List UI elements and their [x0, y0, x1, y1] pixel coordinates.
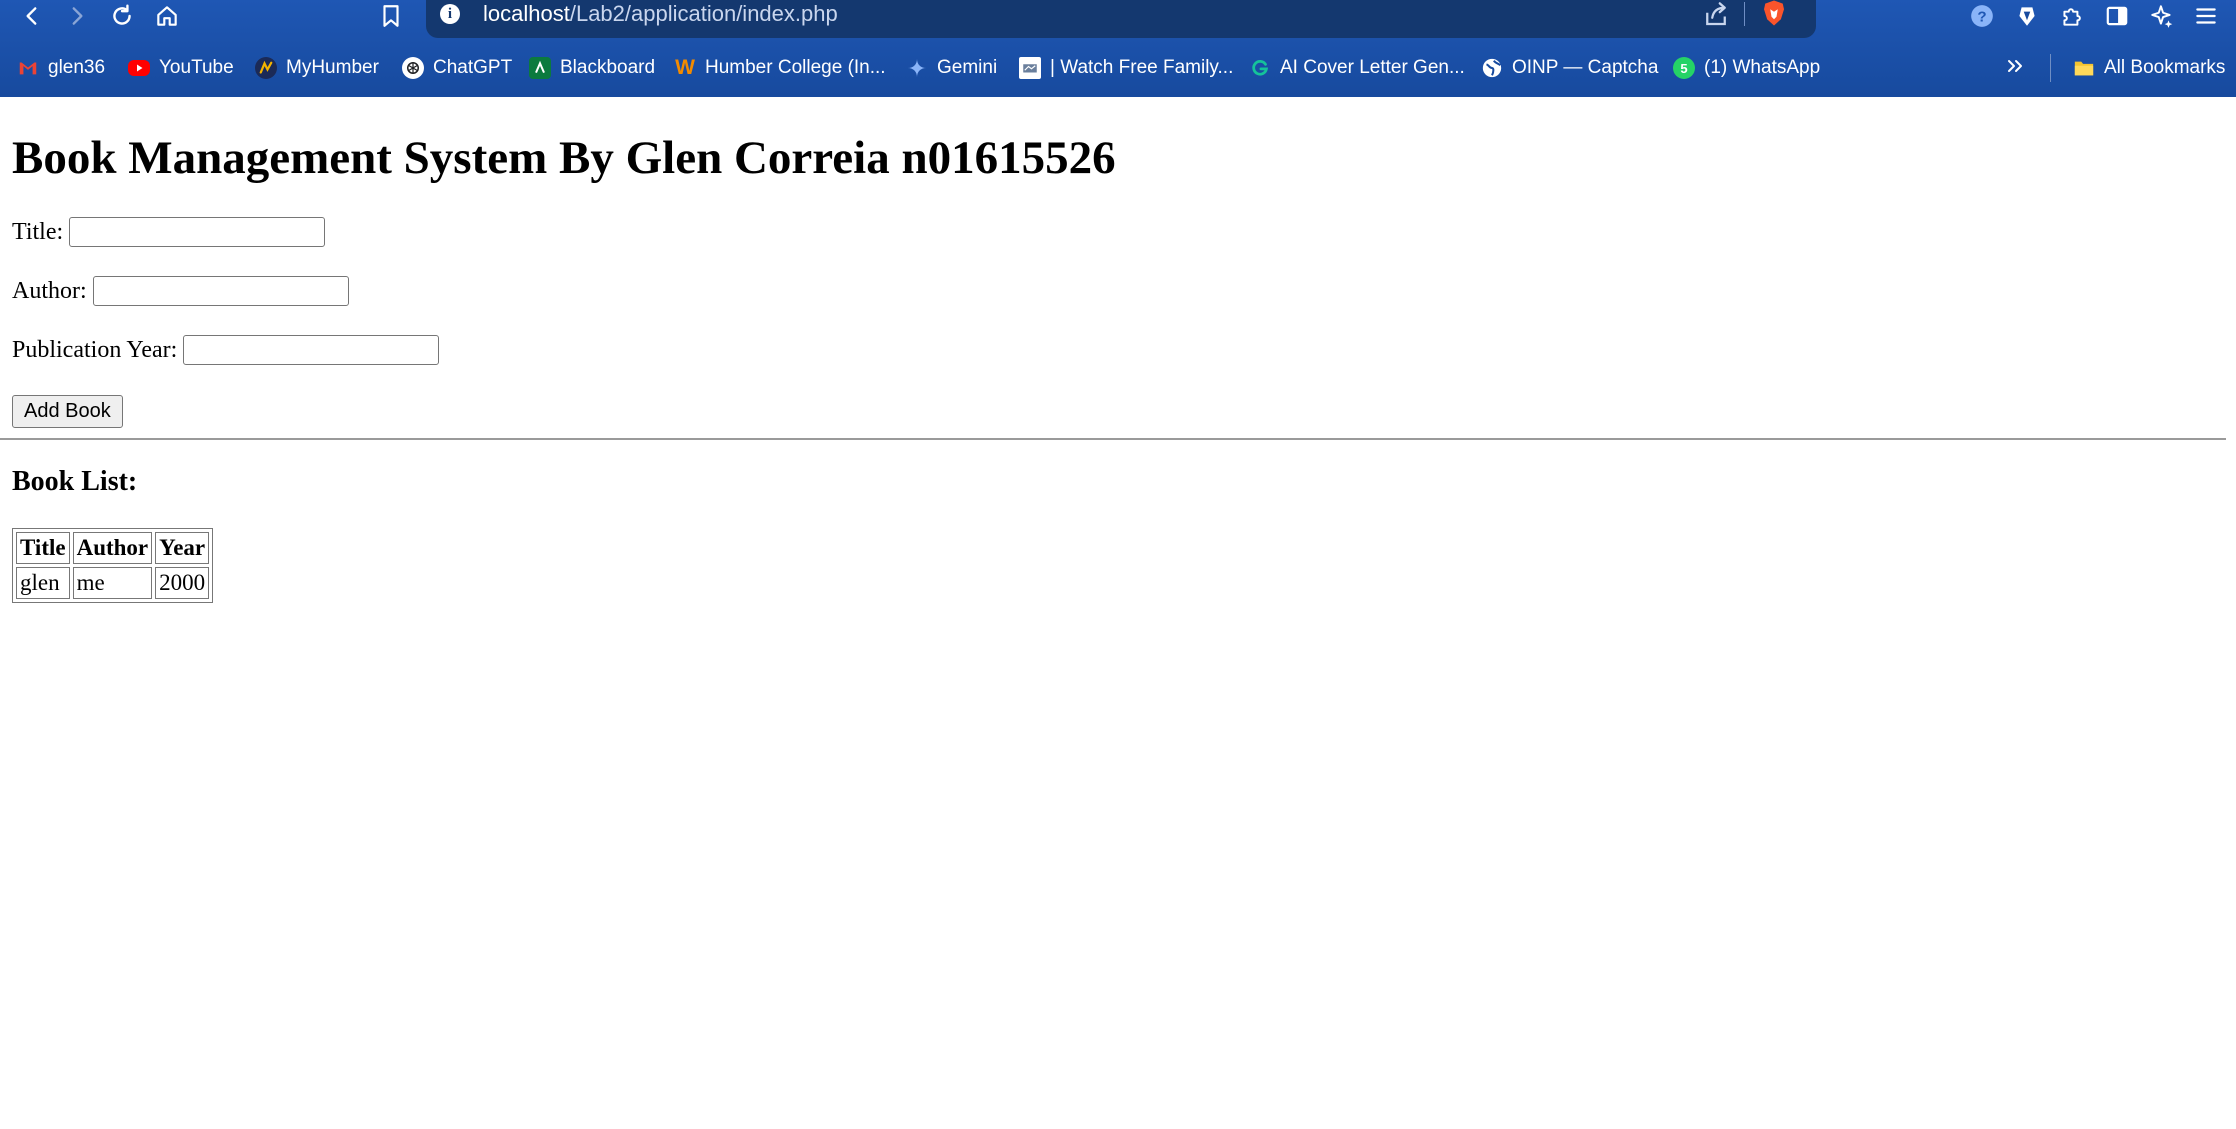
reload-button[interactable] — [102, 0, 142, 32]
bookmark-label: AI Cover Letter Gen... — [1280, 57, 1465, 78]
bookmark-humber-college[interactable]: W Humber College (In... — [674, 50, 886, 86]
bookmark-label: ChatGPT — [433, 57, 513, 78]
bookmark-oinp-captcha[interactable]: OINP — Captcha — [1481, 50, 1658, 86]
arrow-left-icon — [26, 7, 37, 25]
leo-ai-button[interactable] — [2142, 0, 2182, 32]
title-row: Title: — [12, 217, 326, 247]
omnibox-divider — [1744, 2, 1745, 26]
url-path: /Lab2/application/index.php — [569, 1, 838, 26]
address-bar[interactable]: i localhost/Lab2/application/index.php — [426, 0, 1816, 38]
bookmark-youtube[interactable]: YouTube — [128, 50, 234, 86]
bookmark-label: Blackboard — [560, 57, 656, 78]
bookmark-label: MyHumber — [286, 57, 379, 78]
back-button[interactable] — [12, 0, 52, 32]
gmail-icon — [17, 57, 39, 79]
youtube-icon — [128, 60, 150, 76]
tv-icon — [1019, 57, 1041, 79]
url-text[interactable]: localhost/Lab2/application/index.php — [483, 0, 838, 29]
bookmark-label: (1) WhatsApp — [1704, 57, 1821, 78]
bookmarks-bar: glen36 YouTube MyHumber ChatGPT Blackboa… — [0, 50, 2236, 86]
folder-icon — [2073, 57, 2095, 79]
gemini-icon — [906, 57, 928, 79]
table-header-row: Title Author Year — [16, 532, 210, 564]
sidebar-icon — [2106, 6, 2128, 26]
cell-author: me — [72, 567, 153, 599]
home-button[interactable] — [147, 0, 187, 32]
url-host: localhost — [483, 1, 570, 26]
bookmark-ai-cover-letter[interactable]: AI Cover Letter Gen... — [1249, 50, 1465, 86]
column-header-title: Title — [16, 532, 70, 564]
bookmark-page-button[interactable] — [371, 0, 411, 32]
bookmark-label: Humber College (In... — [705, 57, 886, 78]
bookmark-chatgpt[interactable]: ChatGPT — [402, 50, 512, 86]
book-table: Title Author Year glen me 2000 — [12, 528, 214, 603]
sidebar-button[interactable] — [2097, 0, 2137, 32]
publication-year-input[interactable] — [183, 335, 440, 365]
menu-button[interactable] — [2186, 0, 2226, 32]
double-chevron-right-icon — [2008, 60, 2022, 72]
author-row: Author: — [12, 276, 349, 306]
brave-shields-icon[interactable] — [1759, 0, 1789, 28]
extensions-button[interactable] — [2052, 0, 2092, 32]
year-row: Publication Year: — [12, 335, 440, 365]
help-button[interactable]: ? — [1962, 0, 2002, 32]
book-list-heading: Book List: — [12, 466, 138, 497]
bookmark-watch-free-family[interactable]: | Watch Free Family... — [1019, 50, 1233, 86]
title-label: Title: — [12, 218, 64, 245]
whatsapp-icon: 5 — [1673, 57, 1695, 79]
blackboard-icon — [529, 57, 551, 79]
site-info-icon[interactable]: i — [440, 4, 460, 24]
bookmark-label: YouTube — [159, 57, 234, 78]
sparkle-icon — [2151, 5, 2173, 28]
bookmark-whatsapp[interactable]: 5 (1) WhatsApp — [1673, 50, 1820, 86]
add-book-button[interactable]: Add Book — [12, 395, 123, 428]
page-title: Book Management System By Glen Correia n… — [12, 132, 1116, 184]
extension-button[interactable] — [2007, 0, 2047, 32]
home-icon — [157, 6, 177, 26]
grammarly-icon — [1249, 57, 1271, 79]
globe-icon — [1481, 57, 1503, 79]
bookmark-label: glen36 — [48, 57, 106, 78]
workday-icon: W — [675, 56, 695, 79]
divider — [0, 438, 2226, 440]
bookmark-label: Gemini — [937, 57, 998, 78]
myhumber-icon — [255, 57, 277, 79]
table-row: glen me 2000 — [16, 567, 210, 599]
bookmark-gmail[interactable]: glen36 — [17, 50, 105, 86]
svg-text:?: ? — [1977, 8, 1986, 25]
hamburger-menu-icon — [2196, 8, 2216, 24]
browser-toolbar: i localhost/Lab2/application/index.php ? — [0, 0, 2236, 38]
share-icon[interactable] — [1701, 0, 1731, 29]
column-header-year: Year — [155, 532, 210, 564]
arrow-right-icon — [72, 7, 83, 25]
reload-icon — [113, 4, 131, 25]
title-input[interactable] — [69, 217, 326, 247]
cell-year: 2000 — [155, 567, 210, 599]
bookmark-gemini[interactable]: Gemini — [906, 50, 997, 86]
column-header-author: Author — [72, 532, 153, 564]
all-bookmarks-label: All Bookmarks — [2104, 57, 2226, 78]
forward-button[interactable] — [57, 0, 97, 32]
browser-chrome: i localhost/Lab2/application/index.php ? — [0, 0, 2236, 97]
puzzle-icon — [2063, 8, 2081, 26]
publication-year-label: Publication Year: — [12, 336, 178, 363]
bookmark-icon — [383, 5, 399, 27]
bookmark-blackboard[interactable]: Blackboard — [529, 50, 655, 86]
extension-badge-icon — [2019, 7, 2035, 26]
author-input[interactable] — [92, 276, 349, 306]
all-bookmarks-folder[interactable]: All Bookmarks — [2073, 50, 2225, 86]
cell-title: glen — [16, 567, 70, 599]
bookmark-myhumber[interactable]: MyHumber — [255, 50, 379, 86]
author-label: Author: — [12, 277, 87, 304]
help-icon: ? — [1971, 5, 1993, 27]
bookmark-label: OINP — Captcha — [1512, 57, 1659, 78]
bookmarks-divider — [2050, 54, 2051, 82]
bookmark-label: | Watch Free Family... — [1050, 57, 1234, 78]
chatgpt-icon — [402, 57, 424, 79]
bookmarks-overflow-button[interactable] — [2003, 54, 2027, 85]
